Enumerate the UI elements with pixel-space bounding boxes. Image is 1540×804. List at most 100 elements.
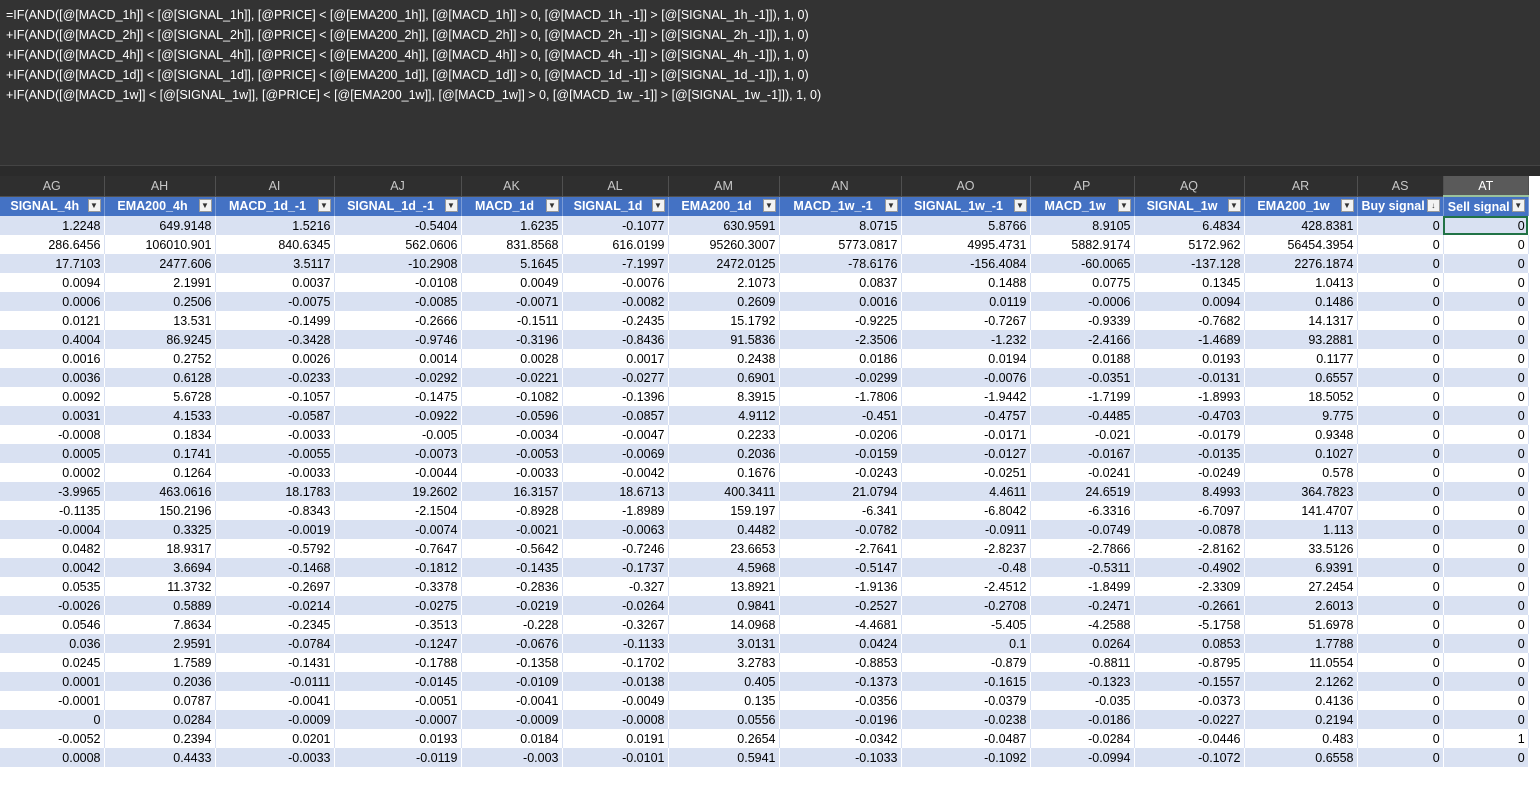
table-cell[interactable]: -0.0238	[901, 710, 1031, 729]
table-cell[interactable]: 0	[1357, 520, 1444, 539]
table-cell[interactable]: -0.0004	[0, 520, 105, 539]
filter-dropdown-icon[interactable]: ▼	[884, 198, 898, 212]
table-cell[interactable]: 5.8766	[901, 216, 1031, 235]
table-cell[interactable]: -0.0379	[901, 691, 1031, 710]
table-cell[interactable]: 15.1792	[668, 311, 780, 330]
table-cell[interactable]: 0	[1357, 539, 1444, 558]
table-cell[interactable]: -2.1504	[334, 501, 462, 520]
table-cell[interactable]: -0.1358	[461, 653, 563, 672]
table-cell[interactable]: -0.0042	[562, 463, 669, 482]
table-cell[interactable]: 0.0546	[0, 615, 105, 634]
table-cell[interactable]: -0.0356	[779, 691, 902, 710]
table-cell[interactable]: -0.0127	[901, 444, 1031, 463]
table-cell[interactable]: -0.0071	[461, 292, 563, 311]
table-cell[interactable]: 0.2036	[104, 672, 216, 691]
table-cell[interactable]: -0.0049	[562, 691, 669, 710]
table-cell[interactable]: 0.0037	[215, 273, 335, 292]
table-cell[interactable]: 0.3325	[104, 520, 216, 539]
table-cell[interactable]: -0.0073	[334, 444, 462, 463]
table-cell[interactable]: 0.4482	[668, 520, 780, 539]
table-cell[interactable]: 1.2248	[0, 216, 105, 235]
formula-line[interactable]: +IF(AND([@[MACD_1d]] < [@[SIGNAL_1d]], […	[6, 65, 1534, 85]
table-cell[interactable]: -0.0033	[215, 425, 335, 444]
table-cell[interactable]: 0.036	[0, 634, 105, 653]
table-cell[interactable]: -0.0219	[461, 596, 563, 615]
table-cell[interactable]: 0.5889	[104, 596, 216, 615]
table-cell[interactable]: 0.0006	[0, 292, 105, 311]
table-cell[interactable]: 2276.1874	[1244, 254, 1358, 273]
table-cell[interactable]: -0.0111	[215, 672, 335, 691]
table-cell[interactable]: -0.0009	[215, 710, 335, 729]
table-cell[interactable]: -0.1435	[461, 558, 563, 577]
table-cell[interactable]: -0.0214	[215, 596, 335, 615]
table-cell[interactable]: 17.7103	[0, 254, 105, 273]
filter-dropdown-icon[interactable]: ▼	[444, 198, 458, 212]
table-cell[interactable]: -0.0051	[334, 691, 462, 710]
table-cell[interactable]: -0.8343	[215, 501, 335, 520]
table-cell[interactable]: 106010.901	[104, 235, 216, 254]
table-cell[interactable]: 33.5126	[1244, 539, 1358, 558]
column-letter-am[interactable]: AM	[668, 176, 780, 197]
table-cell[interactable]: -0.1072	[1134, 748, 1245, 767]
table-cell[interactable]: -0.0076	[562, 273, 669, 292]
table-cell[interactable]: 5882.9174	[1030, 235, 1135, 254]
table-cell[interactable]: -0.0009	[461, 710, 563, 729]
table-cell[interactable]: -0.0131	[1134, 368, 1245, 387]
filter-dropdown-icon[interactable]: ▼	[198, 198, 212, 212]
filter-dropdown-icon[interactable]: ▼	[1013, 198, 1027, 212]
table-cell[interactable]: -0.0034	[461, 425, 563, 444]
table-cell[interactable]: -0.5311	[1030, 558, 1135, 577]
table-cell[interactable]: 150.2196	[104, 501, 216, 520]
table-cell[interactable]: 0.2654	[668, 729, 780, 748]
table-cell[interactable]: 0	[1357, 216, 1444, 235]
table-cell[interactable]: -0.4902	[1134, 558, 1245, 577]
table-cell[interactable]: 831.8568	[461, 235, 563, 254]
table-cell[interactable]: 0	[1443, 653, 1529, 672]
table-cell[interactable]: 51.6978	[1244, 615, 1358, 634]
table-cell[interactable]: 4.1533	[104, 406, 216, 425]
table-cell[interactable]: 0	[1443, 235, 1529, 254]
table-cell[interactable]: 0.0482	[0, 539, 105, 558]
table-cell[interactable]: -0.1702	[562, 653, 669, 672]
table-cell[interactable]: 0	[1357, 634, 1444, 653]
table-cell[interactable]: 0	[1443, 292, 1529, 311]
table-cell[interactable]: 0	[1357, 444, 1444, 463]
table-cell[interactable]: -0.0264	[562, 596, 669, 615]
table-cell[interactable]: 1.7788	[1244, 634, 1358, 653]
table-cell[interactable]: -0.0186	[1030, 710, 1135, 729]
table-cell[interactable]: 6.4834	[1134, 216, 1245, 235]
table-cell[interactable]: -0.0994	[1030, 748, 1135, 767]
table-cell[interactable]: 0.1	[901, 634, 1031, 653]
table-cell[interactable]: 21.0794	[779, 482, 902, 501]
table-cell[interactable]: 0	[1443, 463, 1529, 482]
table-cell[interactable]: 0.1345	[1134, 273, 1245, 292]
table-cell[interactable]: 5.6728	[104, 387, 216, 406]
table-cell[interactable]: 0	[1357, 615, 1444, 634]
table-cell[interactable]: -4.4681	[779, 615, 902, 634]
table-cell[interactable]: 0	[1443, 615, 1529, 634]
table-cell[interactable]: 0.0193	[334, 729, 462, 748]
table-cell[interactable]: -0.1396	[562, 387, 669, 406]
table-cell[interactable]: 2.1073	[668, 273, 780, 292]
table-cell[interactable]: 0.0028	[461, 349, 563, 368]
table-cell[interactable]: -4.2588	[1030, 615, 1135, 634]
table-cell[interactable]: 18.1783	[215, 482, 335, 501]
table-cell[interactable]: -0.0041	[461, 691, 563, 710]
column-letter-ar[interactable]: AR	[1244, 176, 1358, 197]
table-cell[interactable]: 0.0005	[0, 444, 105, 463]
table-cell[interactable]: 630.9591	[668, 216, 780, 235]
column-letter-ai[interactable]: AI	[215, 176, 335, 197]
table-cell[interactable]: -156.4084	[901, 254, 1031, 273]
table-cell[interactable]: -0.0676	[461, 634, 563, 653]
table-cell[interactable]: -0.0299	[779, 368, 902, 387]
table-cell[interactable]: 0.0194	[901, 349, 1031, 368]
table-cell[interactable]: -0.0878	[1134, 520, 1245, 539]
table-cell[interactable]: -0.0145	[334, 672, 462, 691]
table-cell[interactable]: 0	[1443, 349, 1529, 368]
table-cell[interactable]: -0.7682	[1134, 311, 1245, 330]
table-cell[interactable]: 0	[1443, 311, 1529, 330]
table-cell[interactable]: 0.0049	[461, 273, 563, 292]
table-cell[interactable]: 11.3732	[104, 577, 216, 596]
table-cell[interactable]: -0.5147	[779, 558, 902, 577]
table-cell[interactable]: -0.2527	[779, 596, 902, 615]
